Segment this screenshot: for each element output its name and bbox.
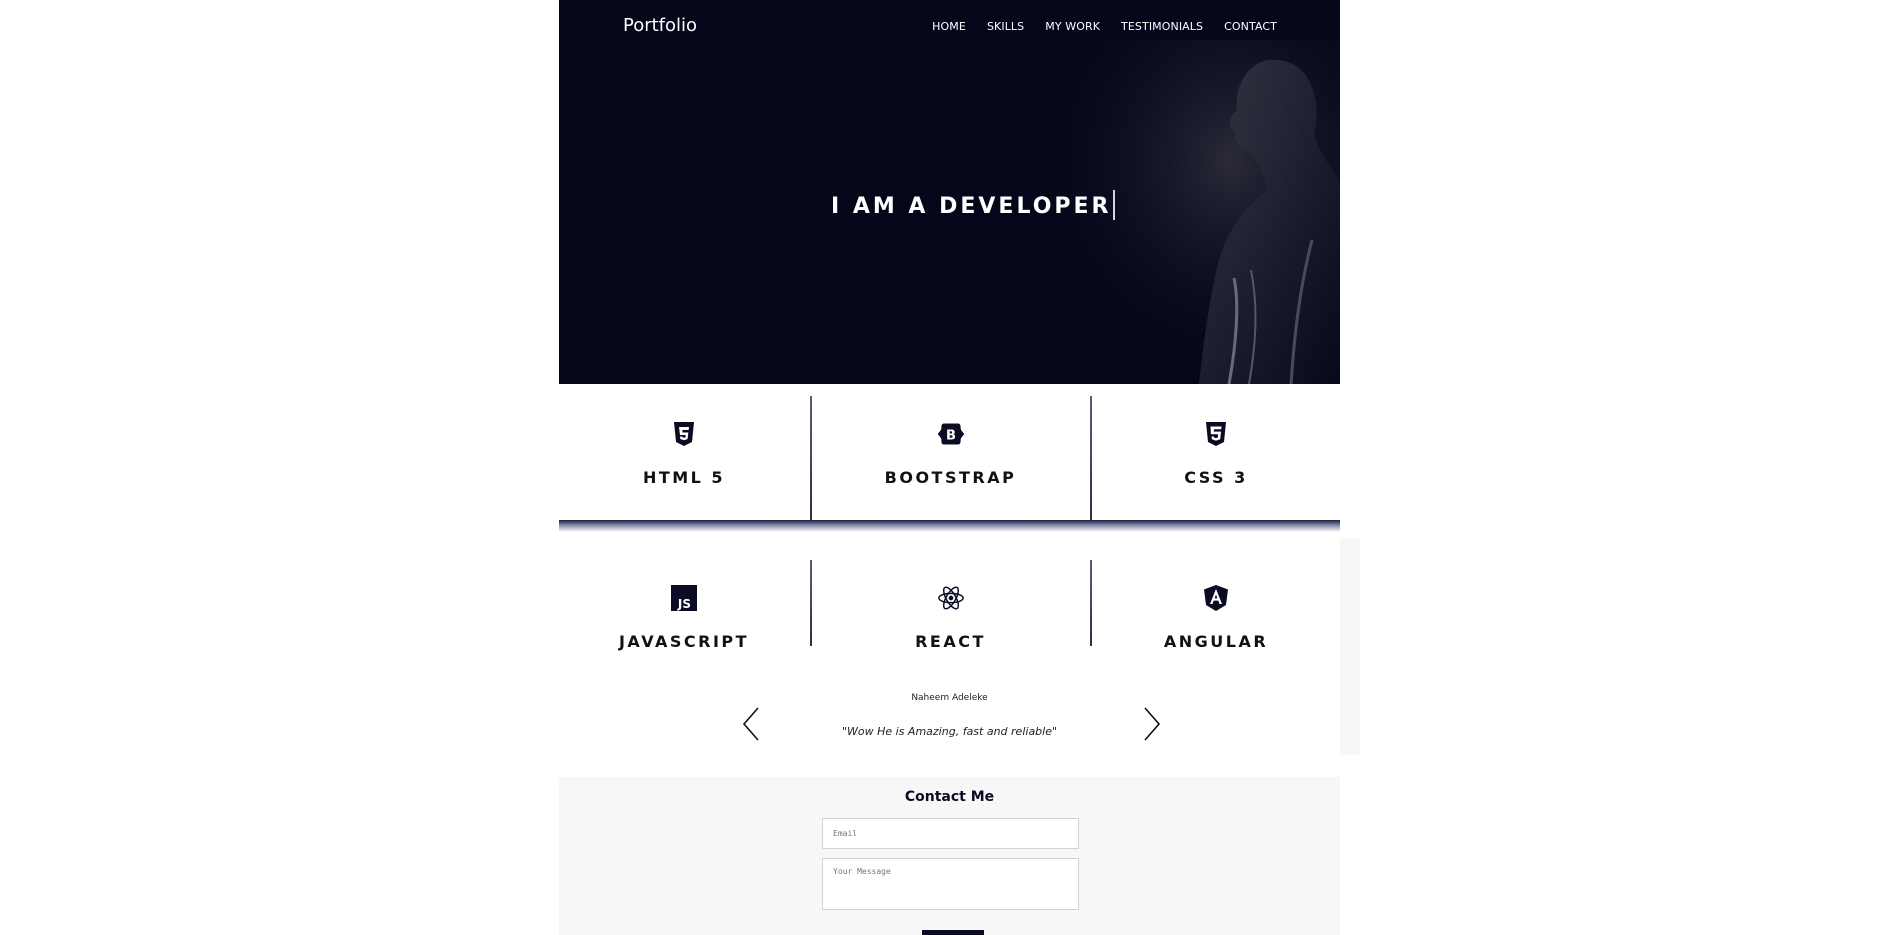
- svg-text:B: B: [946, 428, 956, 443]
- skill-label-javascript: JAVASCRIPT: [618, 632, 750, 651]
- skill-label-angular: ANGULAR: [1163, 632, 1269, 651]
- submit-button[interactable]: [922, 930, 984, 935]
- css3-icon: [1206, 422, 1226, 446]
- typing-caret: [1113, 190, 1116, 220]
- svg-text:JS: JS: [677, 597, 691, 611]
- divider: [810, 396, 812, 521]
- skill-card-css3: CSS 3: [1092, 396, 1340, 521]
- skill-card-html5: HTML 5: [559, 396, 809, 521]
- main-nav: HOME SKILLS MY WORK TESTIMONIALS CONTACT: [932, 20, 1277, 33]
- html5-icon: [674, 422, 694, 446]
- divider: [1090, 396, 1092, 521]
- bootstrap-icon: B: [937, 423, 964, 445]
- nav-home[interactable]: HOME: [932, 20, 966, 33]
- nav-my-work[interactable]: MY WORK: [1045, 20, 1100, 33]
- hero-title-text: I AM A DEVELOPER: [831, 194, 1112, 219]
- testimonial-quote: "Wow He is Amazing, fast and reliable": [841, 725, 1058, 738]
- site-logo[interactable]: Portfolio: [623, 15, 697, 36]
- skill-label-css3: CSS 3: [1184, 468, 1248, 487]
- react-icon: [937, 586, 964, 610]
- angular-icon: [1204, 585, 1228, 611]
- nav-contact[interactable]: CONTACT: [1224, 20, 1277, 33]
- nav-testimonials[interactable]: TESTIMONIALS: [1121, 20, 1203, 33]
- skill-card-react: REACT: [812, 560, 1089, 651]
- email-field[interactable]: [822, 818, 1079, 849]
- divider: [1090, 560, 1092, 646]
- shadow-band: [559, 520, 1340, 532]
- skill-label-react: REACT: [915, 632, 986, 651]
- divider: [810, 560, 812, 646]
- skill-card-javascript: JS JAVASCRIPT: [559, 560, 809, 651]
- side-panel: [1340, 538, 1360, 755]
- contact-title: Contact Me: [904, 789, 995, 805]
- hero-title: I AM A DEVELOPER: [831, 190, 1116, 222]
- carousel-prev-arrow-icon[interactable]: [740, 706, 764, 742]
- carousel-next-arrow-icon[interactable]: [1139, 706, 1163, 742]
- contact-section: Contact Me: [559, 777, 1340, 935]
- skill-card-bootstrap: B BOOTSTRAP: [812, 396, 1089, 521]
- skill-label-bootstrap: BOOTSTRAP: [884, 468, 1017, 487]
- skill-label-html5: HTML 5: [642, 468, 726, 487]
- hero-section: Portfolio HOME SKILLS MY WORK TESTIMONIA…: [559, 0, 1340, 384]
- portfolio-page: Portfolio HOME SKILLS MY WORK TESTIMONIA…: [559, 0, 1340, 935]
- nav-skills[interactable]: SKILLS: [987, 20, 1024, 33]
- testimonial-section: [559, 680, 1340, 755]
- message-field[interactable]: [822, 858, 1079, 910]
- javascript-icon: JS: [671, 585, 697, 611]
- skill-card-angular: ANGULAR: [1092, 560, 1340, 651]
- testimonial-author: Naheem Adeleke: [911, 693, 988, 703]
